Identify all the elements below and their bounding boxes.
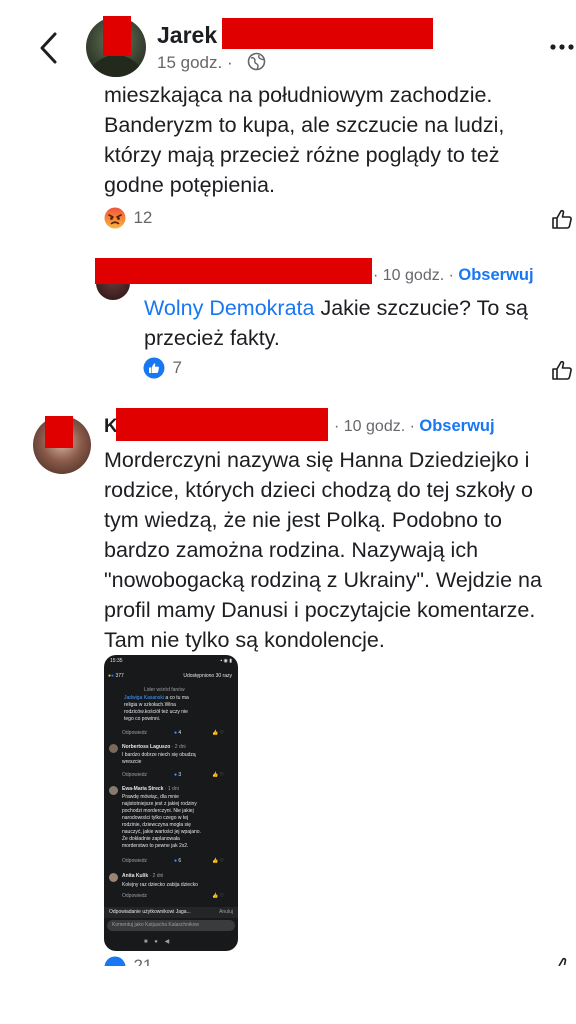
reaction-summary[interactable]: 12 <box>104 207 152 231</box>
share-count: Udostępniono 30 razy <box>183 673 232 679</box>
comment-time: · 10 godz. · <box>334 418 415 435</box>
attached-screenshot-image[interactable]: 15:35 ▪ ◉ ▮ ●● 377 Udostępniono 30 razy … <box>104 655 238 951</box>
comment-meta: · 10 godz. · Obserwuj <box>334 417 495 436</box>
comment-body: mieszkająca na południowym zachodzie. Ba… <box>104 84 564 204</box>
comment-line: morderstwo to pewne jak 2x2. <box>122 843 189 849</box>
avatar <box>109 744 118 753</box>
angry-emoji-icon <box>104 207 126 229</box>
redaction-block <box>95 258 372 284</box>
reaction-count: 377 <box>115 673 124 679</box>
comment-line: rodzinie, dziewczyna mogła się <box>122 822 191 828</box>
reply-text: przecież fakty. <box>144 326 280 350</box>
comment-line: nauczyć, jakie wartości jej wpajano. <box>122 829 201 835</box>
replying-to-label: Odpowiadanie użytkownikowi Jaga... <box>109 909 191 915</box>
reply-link: Odpowiedz <box>122 730 148 736</box>
comment-line: Że dokładnie zaplanowała <box>122 836 180 842</box>
comment-line: Morderczyni nazywa się Hanna Dziedziejko… <box>104 448 530 472</box>
mention-link: Jadwiga Kasanski <box>124 695 165 701</box>
reaction-count: 21 <box>133 956 153 966</box>
comment-line: profil mamy Danusi i poczytajcie komenta… <box>104 598 536 622</box>
comment-input-placeholder: Komentuj jako Katjuscha Kalaschnikow <box>112 922 199 928</box>
back-button[interactable] <box>34 28 64 68</box>
commenter-name: Norbertoss Laguszo · 2 dni <box>122 744 186 750</box>
redaction-block <box>116 408 328 441</box>
comment-line: Kolejny raz dziecko zabija dziecko <box>122 882 198 888</box>
reaction-count: 7 <box>172 358 182 377</box>
reply-time: · 10 godz. · <box>373 267 454 284</box>
author-name[interactable]: Jarek <box>157 22 217 49</box>
comment-line: Tam nie tylko są kondolencje. <box>104 628 385 652</box>
comment-line: tym wiedzą, że nie jest Polką. Podobno t… <box>104 508 502 532</box>
comment-line: religia w szkołach.Wina <box>124 702 176 708</box>
reply-link: Odpowiedz <box>122 772 148 778</box>
reaction-count: 12 <box>133 208 153 227</box>
comment-line: tego co powinni. <box>124 716 161 722</box>
action-icons: 👍 ♡ <box>212 730 225 736</box>
commenter-name: Ewa-Maria Streck · 1 dni <box>122 786 179 792</box>
comment-line: godne potępienia. <box>104 173 275 197</box>
comment-line: najistotniejsze jest z jakiej rodziny <box>122 801 197 807</box>
action-icons: 👍 ♡ <box>212 858 225 864</box>
chevron-left-icon <box>40 32 57 64</box>
comment-line: bardzo zamożna rodzina. Nazywają ich <box>104 538 479 562</box>
avatar <box>109 786 118 795</box>
comment-line: "nowobogacką rodziną z Ukrainy". Wejdzie… <box>104 568 542 592</box>
comment-text: Jadwiga Kasanski a co tu ma <box>124 695 189 702</box>
reply-bar: Odpowiadanie użytkownikowi Jaga... Anulu… <box>104 907 238 918</box>
comment-line: rodzice, których dzieci chodzą do tej sz… <box>104 478 534 502</box>
comment-line: Prawdę mówiąc, dla mnie <box>122 794 179 800</box>
comment-body: Morderczyni nazywa się Hanna Dziedziejko… <box>104 445 574 655</box>
reply-body: Wolny Demokrata Jakie szczucie? To są pr… <box>144 293 564 353</box>
top-fan-badge: Lider wśród fanów <box>144 687 185 693</box>
mention-link[interactable]: Wolny Demokrata <box>144 296 314 320</box>
comment-line: którzy mają przecież różne poglądy to te… <box>104 143 500 167</box>
comment-line: pochodzi morderczyni. Nie jakiej <box>122 808 194 814</box>
like-count: ● 6 <box>174 858 182 864</box>
reply-link: Odpowiedz <box>122 858 148 864</box>
follow-button[interactable]: Obserwuj <box>419 417 494 435</box>
comment-line: wreszcie <box>122 759 142 765</box>
commenter-name: Anita Kulik · 2 dni <box>122 873 164 879</box>
like-count: ● 4 <box>174 730 182 736</box>
redaction-block <box>103 16 131 56</box>
comment-line: a co tu ma <box>165 695 189 701</box>
more-options-button[interactable] <box>546 40 576 52</box>
thumbs-up-outline-icon <box>558 957 567 966</box>
post-time: 15 godz. · <box>157 53 233 72</box>
like-reaction-icon <box>143 357 165 379</box>
thumbs-up-outline-icon <box>552 209 572 229</box>
globe-icon <box>247 52 266 71</box>
more-dots-icon <box>550 44 574 50</box>
reply-meta: · 10 godz. · Obserwuj <box>373 266 534 285</box>
comment-line: mieszkająca na południowym zachodzie. <box>104 84 493 107</box>
comment-line: I bardzo dobrze niech się obudzą <box>122 752 196 758</box>
comment-line: rodziców.kościół też uczy nie <box>124 709 188 715</box>
like-button[interactable] <box>553 956 573 966</box>
reply-link: Odpowiedz <box>122 893 148 899</box>
comment-line: Banderyzm to kupa, ale szczucie na ludzi… <box>104 113 505 137</box>
action-icons: 👍 ♡ <box>212 893 225 899</box>
like-button[interactable] <box>551 208 573 230</box>
thumbs-up-outline-icon <box>552 360 572 380</box>
action-icons: 👍 ♡ <box>212 772 225 778</box>
nav-bar-icons: ■ ● ◀ <box>144 939 170 945</box>
comment-line: narodowości tylko czego w tej <box>122 815 189 821</box>
redaction-block <box>222 18 433 49</box>
like-reaction-icon <box>104 956 126 966</box>
follow-button[interactable]: Obserwuj <box>458 266 533 284</box>
status-time: 15:35 <box>110 658 123 664</box>
comment-input: Komentuj jako Katjuscha Kalaschnikow <box>107 920 235 931</box>
status-icons: ▪ ◉ ▮ <box>220 658 232 664</box>
like-button[interactable] <box>551 359 573 381</box>
like-count: ● 3 <box>174 772 182 778</box>
reaction-summary: ●● 377 <box>108 673 124 679</box>
reaction-summary[interactable]: 21 <box>104 956 164 966</box>
avatar <box>109 873 118 882</box>
reply-text: Jakie szczucie? To są <box>314 296 528 320</box>
reaction-summary[interactable]: 7 <box>143 357 182 381</box>
cancel-label: Anuluj <box>219 909 233 915</box>
redaction-block <box>45 416 73 448</box>
